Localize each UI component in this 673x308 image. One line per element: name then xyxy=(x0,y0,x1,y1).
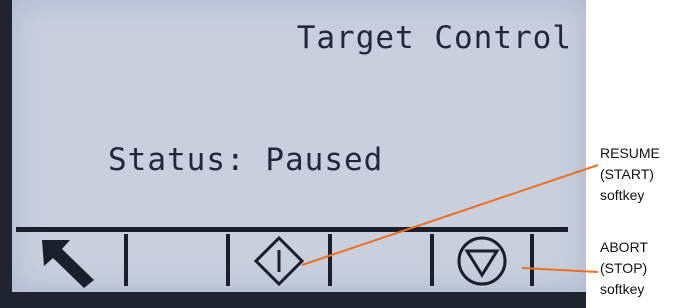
resume-callout-line3: softkey xyxy=(600,187,645,203)
abort-callout: ABORT (STOP) softkey xyxy=(600,237,648,300)
abort-callout-line3: softkey xyxy=(600,281,645,297)
resume-callout-line2: (START) xyxy=(600,166,654,182)
callout-lines xyxy=(301,164,599,273)
resume-callout-line1: RESUME xyxy=(600,145,660,161)
abort-callout-line1: ABORT xyxy=(600,239,648,255)
resume-callout-line xyxy=(301,164,599,266)
abort-callout-line2: (STOP) xyxy=(600,260,648,276)
resume-callout: RESUME (START) softkey xyxy=(600,143,660,206)
abort-callout-line xyxy=(521,267,599,273)
